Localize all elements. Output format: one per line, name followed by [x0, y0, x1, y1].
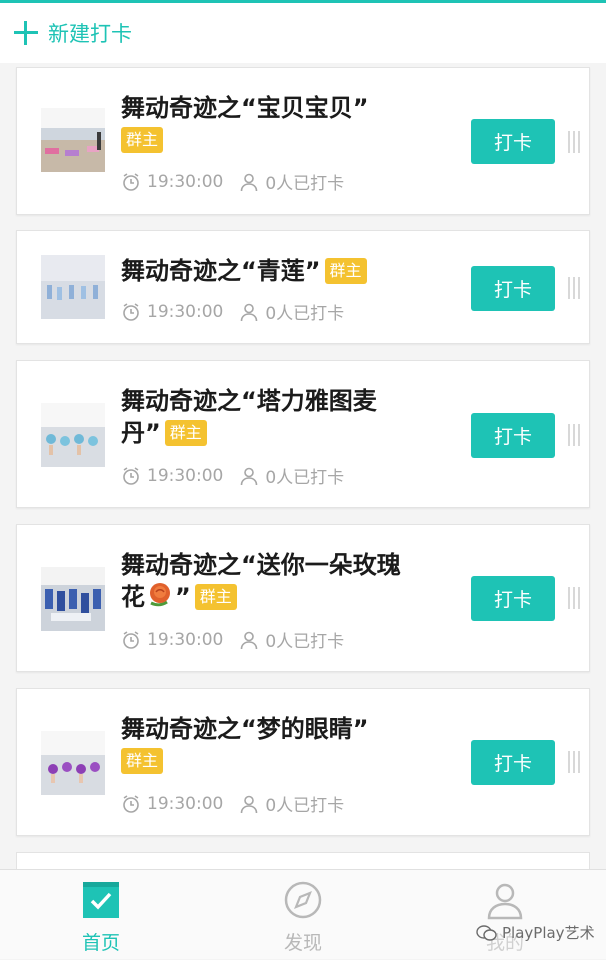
group-owner-badge: 群主 [324, 258, 367, 284]
card-title: 舞动奇迹之“宝贝宝贝” 群主 [121, 92, 431, 156]
card-thumbnail [41, 567, 105, 631]
checkin-card[interactable]: 舞动奇迹之“青莲” 群主 19:30:00 0人已打卡 打卡 [16, 230, 590, 344]
checkin-button[interactable]: 打卡 [471, 740, 555, 785]
card-count: 0人已打卡 [265, 304, 345, 324]
card-thumbnail [41, 403, 105, 467]
card-time: 19:30:00 [147, 629, 224, 650]
watermark: PlayPlay艺术 [476, 922, 595, 943]
card-title: 舞动奇迹之“梦的眼睛” 群主 [121, 713, 431, 777]
card-meta: 19:30:00 0人已打卡 [121, 463, 344, 488]
checkin-card[interactable]: 舞动奇迹之“梦的眼睛” 群主 19:30:00 0人已打卡 打卡 [16, 688, 590, 836]
alarm-clock-icon [123, 466, 139, 485]
card-title: 舞动奇迹之“塔力雅图麦 丹” 群主 [121, 387, 377, 447]
card-count: 0人已打卡 [265, 468, 345, 488]
card-count: 0人已打卡 [265, 796, 345, 816]
checkbox-icon [83, 882, 119, 918]
person-icon [241, 303, 258, 321]
checkin-button[interactable]: 打卡 [471, 119, 555, 164]
card-thumbnail [41, 108, 105, 172]
checkin-card[interactable]: 舞动奇迹之“送你一朵玫瑰 花” 群主 19:30:00 0人已打卡 打卡 [16, 524, 590, 672]
rose-icon [150, 583, 170, 607]
new-checkin-label: 新建打卡 [48, 22, 132, 46]
card-thumbnail [41, 255, 105, 319]
tab-discover[interactable]: 发现 [253, 870, 353, 960]
new-checkin-button[interactable]: 新建打卡 [0, 3, 606, 63]
wechat-icon [476, 924, 497, 941]
alarm-clock-icon [123, 302, 139, 321]
tab-label: 首页 [81, 932, 120, 954]
card-count: 0人已打卡 [265, 174, 345, 194]
group-owner-badge: 群主 [121, 127, 164, 153]
card-title: 舞动奇迹之“青莲” 群主 [121, 255, 431, 287]
alarm-clock-icon [123, 630, 139, 649]
tab-home[interactable]: 首页 [51, 870, 151, 960]
bottom-tab-bar: 首页 发现 我的 [0, 869, 606, 959]
card-title: 舞动奇迹之“送你一朵玫瑰 花” 群主 [121, 551, 401, 611]
checkin-card[interactable]: 舞动奇迹之“宝贝宝贝” 群主 19:30:00 0人已打卡 打卡 [16, 67, 590, 215]
checkin-card[interactable]: 舞动奇迹之“塔力雅图麦 丹” 群主 19:30:00 0人已打卡 打卡 [16, 360, 590, 508]
drag-handle-icon[interactable] [568, 131, 580, 153]
alarm-clock-icon [123, 172, 139, 191]
card-time: 19:30:00 [147, 465, 224, 486]
checkin-button[interactable]: 打卡 [471, 576, 555, 621]
compass-icon [284, 881, 322, 919]
alarm-clock-icon [123, 794, 139, 813]
card-meta: 19:30:00 0人已打卡 [121, 169, 344, 194]
drag-handle-icon[interactable] [568, 277, 580, 299]
plus-icon [14, 21, 38, 45]
card-meta: 19:30:00 0人已打卡 [121, 791, 344, 816]
watermark-text: PlayPlay艺术 [502, 924, 595, 942]
card-count: 0人已打卡 [265, 632, 345, 652]
drag-handle-icon[interactable] [568, 424, 580, 446]
person-icon [241, 631, 258, 649]
person-icon [241, 173, 258, 191]
checkin-button[interactable]: 打卡 [471, 413, 555, 458]
card-time: 19:30:00 [147, 301, 224, 322]
person-icon [487, 883, 523, 920]
group-owner-badge: 群主 [194, 584, 237, 610]
card-thumbnail [41, 731, 105, 795]
drag-handle-icon[interactable] [568, 751, 580, 773]
group-owner-badge: 群主 [121, 748, 164, 774]
tab-label: 发现 [283, 932, 322, 954]
card-meta: 19:30:00 0人已打卡 [121, 627, 344, 652]
checkin-button[interactable]: 打卡 [471, 266, 555, 311]
person-icon [241, 467, 258, 485]
card-time: 19:30:00 [147, 171, 224, 192]
card-meta: 19:30:00 0人已打卡 [121, 299, 344, 324]
tab-mine[interactable]: 我的 [455, 870, 555, 960]
person-icon [241, 795, 258, 813]
group-owner-badge: 群主 [164, 420, 207, 446]
card-time: 19:30:00 [147, 793, 224, 814]
drag-handle-icon[interactable] [568, 587, 580, 609]
